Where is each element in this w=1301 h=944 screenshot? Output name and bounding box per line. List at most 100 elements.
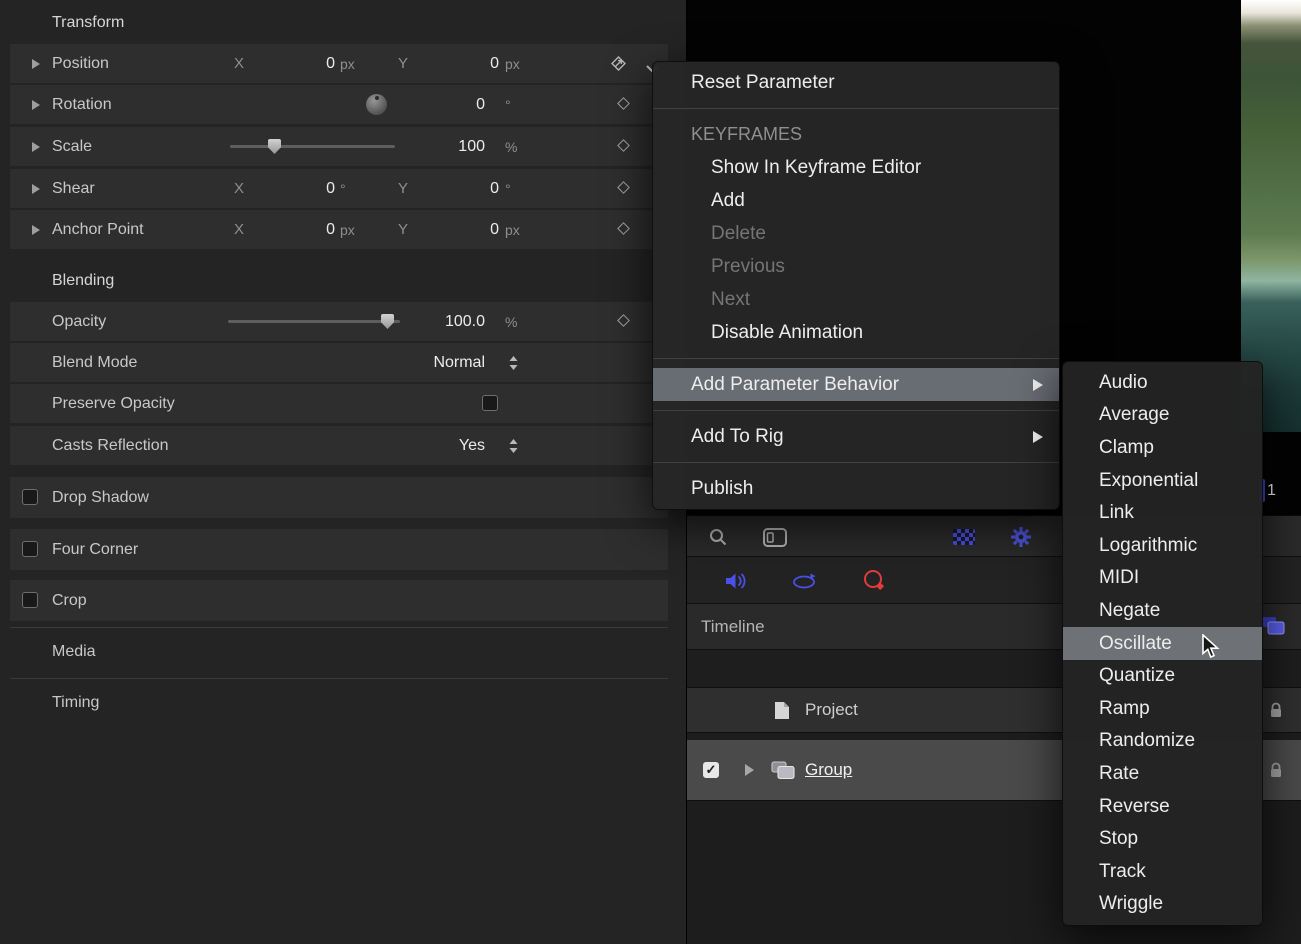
disclosure-triangle-icon[interactable] <box>32 184 40 194</box>
menu-item-label: Disable Animation <box>711 322 863 344</box>
rotation-dial[interactable] <box>366 94 387 115</box>
section-title: Transform <box>52 14 124 32</box>
submenu-item-oscillate[interactable]: Oscillate <box>1063 627 1262 660</box>
submenu-item-logarithmic[interactable]: Logarithmic <box>1063 529 1262 562</box>
opacity-value[interactable]: 100.0 <box>395 302 485 341</box>
submenu-item-label: Exponential <box>1099 470 1198 492</box>
row-crop[interactable]: Crop <box>10 580 668 621</box>
menu-item-reset-parameter[interactable]: Reset Parameter <box>653 66 1059 99</box>
menu-item-label: Add Parameter Behavior <box>691 374 899 396</box>
position-x-value[interactable]: 0 <box>260 44 335 83</box>
menu-item-label: Delete <box>711 223 766 245</box>
row-drop-shadow[interactable]: Drop Shadow <box>10 477 668 518</box>
keyframe-diamond-icon[interactable] <box>617 97 630 110</box>
shear-y-value[interactable]: 0 <box>424 169 499 208</box>
scale-value[interactable]: 100 <box>405 127 485 166</box>
submenu-item-label: Quantize <box>1099 665 1175 687</box>
submenu-item-audio[interactable]: Audio <box>1063 367 1262 400</box>
pane-layout-icon[interactable] <box>763 528 787 552</box>
submenu-item-wriggle[interactable]: Wriggle <box>1063 888 1262 921</box>
submenu-item-negate[interactable]: Negate <box>1063 595 1262 628</box>
opacity-slider-track[interactable] <box>228 320 400 323</box>
lock-icon[interactable] <box>1269 762 1283 784</box>
stepper-icon[interactable] <box>508 355 519 376</box>
row-scale[interactable]: Scale 100 % <box>10 127 668 166</box>
submenu-item-midi[interactable]: MIDI <box>1063 562 1262 595</box>
row-casts-reflection[interactable]: Casts Reflection Yes <box>10 426 668 465</box>
row-blend-mode[interactable]: Blend Mode Normal <box>10 343 668 382</box>
anchor-y-value[interactable]: 0 <box>424 210 499 249</box>
scale-slider-track[interactable] <box>230 145 395 148</box>
unit-label: px <box>505 44 520 83</box>
submenu-item-track[interactable]: Track <box>1063 855 1262 888</box>
preserve-opacity-checkbox[interactable] <box>482 395 498 411</box>
submenu-item-quantize[interactable]: Quantize <box>1063 660 1262 693</box>
blend-mode-value[interactable]: Normal <box>405 343 485 382</box>
disclosure-triangle-icon[interactable] <box>32 225 40 235</box>
layers-blue-icon[interactable] <box>1261 616 1285 641</box>
menu-item-disable-animation[interactable]: Disable Animation <box>653 316 1059 349</box>
row-four-corner[interactable]: Four Corner <box>10 529 668 570</box>
keyframe-diamond-icon[interactable] <box>617 222 630 235</box>
group-label[interactable]: Group <box>805 760 852 780</box>
submenu-item-average[interactable]: Average <box>1063 399 1262 432</box>
scale-slider-thumb[interactable] <box>268 139 281 154</box>
opacity-slider-thumb[interactable] <box>381 314 394 329</box>
submenu-item-clamp[interactable]: Clamp <box>1063 432 1262 465</box>
row-position[interactable]: Position X 0 px Y 0 px <box>10 44 668 83</box>
anchor-x-value[interactable]: 0 <box>260 210 335 249</box>
menu-item-label: Reset Parameter <box>691 72 835 94</box>
keyframe-diamond-icon[interactable] <box>617 139 630 152</box>
row-shear[interactable]: Shear X 0 ° Y 0 ° <box>10 169 668 208</box>
menu-item-publish[interactable]: Publish <box>653 472 1059 505</box>
keyframe-diamond-icon[interactable] <box>617 181 630 194</box>
keyframe-diamond-icon[interactable] <box>617 314 630 327</box>
submenu-item-exponential[interactable]: Exponential <box>1063 464 1262 497</box>
crop-checkbox[interactable] <box>22 592 38 608</box>
submenu-arrow-icon <box>1033 379 1043 391</box>
submenu-item-label: Rate <box>1099 763 1139 785</box>
rotation-value[interactable]: 0 <box>405 85 485 124</box>
stepper-icon[interactable] <box>508 438 519 459</box>
submenu-item-stop[interactable]: Stop <box>1063 823 1262 856</box>
row-label: Casts Reflection <box>52 426 169 465</box>
x-axis-label: X <box>234 169 244 208</box>
group-activation-checkbox[interactable]: ✓ <box>703 762 719 778</box>
animation-menu-icon[interactable] <box>610 55 627 77</box>
row-opacity[interactable]: Opacity 100.0 % <box>10 302 668 341</box>
submenu-item-label: Logarithmic <box>1099 535 1197 557</box>
loop-playback-icon[interactable] <box>791 572 818 595</box>
row-timing[interactable]: Timing <box>10 683 668 723</box>
submenu-item-randomize[interactable]: Randomize <box>1063 725 1262 758</box>
disclosure-triangle-icon[interactable] <box>32 59 40 69</box>
drop-shadow-checkbox[interactable] <box>22 489 38 505</box>
menu-item-add[interactable]: Add <box>653 184 1059 217</box>
group-disclosure-triangle[interactable] <box>745 764 754 776</box>
menu-item-add-parameter-behavior[interactable]: Add Parameter Behavior <box>653 368 1059 401</box>
menu-item-add-to-rig[interactable]: Add To Rig <box>653 420 1059 453</box>
checkerboard-icon[interactable] <box>953 529 975 545</box>
gear-icon[interactable] <box>1010 526 1032 553</box>
submenu-item-reverse[interactable]: Reverse <box>1063 790 1262 823</box>
submenu-item-link[interactable]: Link <box>1063 497 1262 530</box>
disclosure-triangle-icon[interactable] <box>32 100 40 110</box>
submenu-item-rate[interactable]: Rate <box>1063 758 1262 791</box>
search-icon[interactable] <box>708 527 728 552</box>
page-badge: 1 <box>1267 479 1287 502</box>
row-rotation[interactable]: Rotation 0 ° <box>10 85 668 124</box>
record-icon[interactable] <box>863 569 887 598</box>
audio-icon[interactable] <box>724 571 749 596</box>
four-corner-checkbox[interactable] <box>22 541 38 557</box>
menu-separator <box>653 410 1059 411</box>
row-preserve-opacity[interactable]: Preserve Opacity <box>10 384 668 423</box>
position-y-value[interactable]: 0 <box>424 44 499 83</box>
row-label: Opacity <box>52 302 106 341</box>
menu-item-show-in-keyframe-editor[interactable]: Show In Keyframe Editor <box>653 151 1059 184</box>
casts-reflection-value[interactable]: Yes <box>405 426 485 465</box>
disclosure-triangle-icon[interactable] <box>32 142 40 152</box>
submenu-item-ramp[interactable]: Ramp <box>1063 692 1262 725</box>
shear-x-value[interactable]: 0 <box>260 169 335 208</box>
row-media[interactable]: Media <box>10 632 668 672</box>
row-anchor-point[interactable]: Anchor Point X 0 px Y 0 px <box>10 210 668 249</box>
lock-icon[interactable] <box>1269 702 1283 724</box>
